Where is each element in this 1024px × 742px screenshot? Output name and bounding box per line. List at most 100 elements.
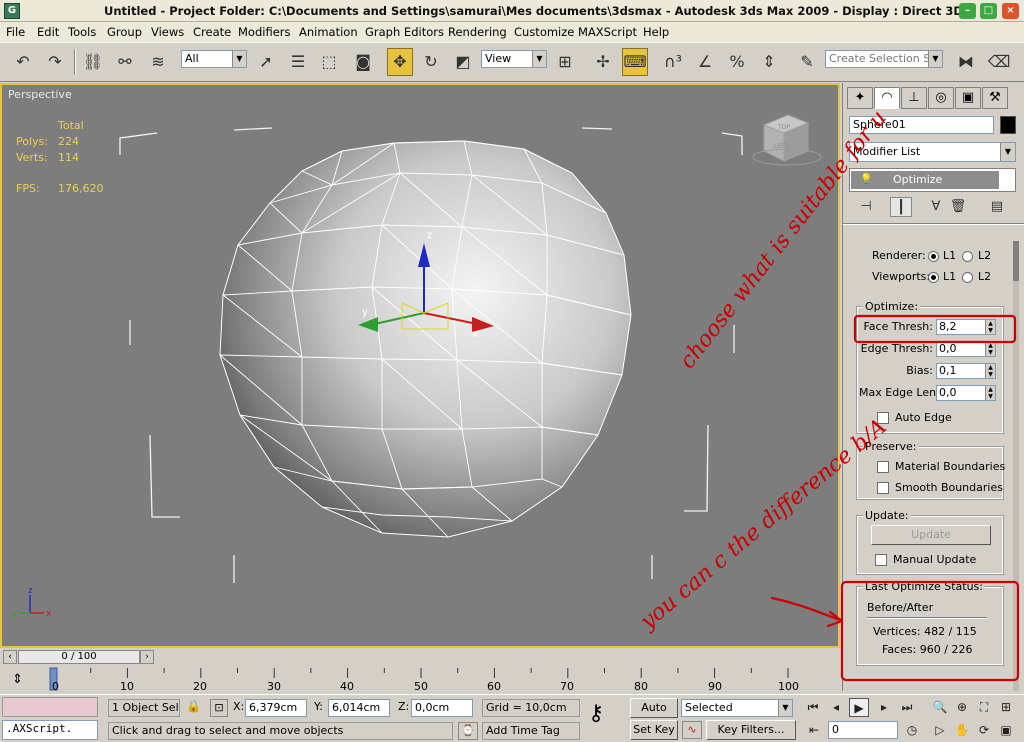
window-crossing-icon[interactable]: ◙ [350,48,376,76]
modifier-list-dropdown[interactable]: Modifier List ▼ [849,142,1016,162]
slider-next-icon[interactable]: › [140,650,154,664]
menu-help[interactable]: Help [643,25,669,39]
spinner-arrows-icon[interactable]: ▲ ▼ [985,342,995,356]
default-in-out-tangents-icon[interactable]: ∿ [682,721,702,739]
keyboard-shortcut-icon[interactable]: ⌨ [622,48,648,76]
set-key-mode-key-icon[interactable]: ⚷ [588,703,604,725]
select-object-icon[interactable]: ➚ [253,48,279,76]
named-selection-set-field[interactable]: Create Selection Set ▼ [825,50,943,68]
select-and-link-icon[interactable]: ⛓ [80,48,106,76]
select-move-icon[interactable]: ✥ [387,48,413,76]
bias-spinner[interactable]: 0,1 ▲ ▼ [936,363,996,379]
perspective-viewport[interactable]: z x y LEFT TOP z x y Perspective Total P… [0,83,840,648]
maximize-button[interactable]: □ [980,3,997,19]
time-tag-icon[interactable]: ⌚ [458,722,478,740]
scrollbar-thumb[interactable] [1013,241,1019,281]
make-unique-icon[interactable]: ∀ [925,197,947,217]
zoom-all-icon[interactable]: ⊕ [952,698,972,717]
max-edge-len-spinner[interactable]: 0,0 ▲ ▼ [936,385,996,401]
edge-thresh-spinner[interactable]: 0,0 ▲ ▼ [936,341,996,357]
remove-modifier-icon[interactable]: 🗑 [947,197,969,217]
menu-create[interactable]: Create [193,25,231,39]
menu-views[interactable]: Views [151,25,184,39]
field-of-view-icon[interactable]: ▷ [930,721,950,740]
menu-customize[interactable]: Customize [514,25,574,39]
pin-stack-icon[interactable]: ⊣ [855,197,877,217]
menu-modifiers[interactable]: Modifiers [238,25,291,39]
absolute-mode-icon[interactable]: ⊡ [210,699,228,717]
zoom-extents-icon[interactable]: ⛶ [974,698,994,717]
select-rotate-icon[interactable]: ↻ [418,48,444,76]
reference-coord-select[interactable]: View ▼ [481,50,547,68]
key-filters-button[interactable]: Key Filters... [706,720,796,740]
select-scale-icon[interactable]: ◩ [450,48,476,76]
show-end-result-icon[interactable]: ┃ [890,197,912,217]
object-name-field[interactable]: Sphere01 [849,116,994,134]
configure-sets-icon[interactable]: ▤ [986,197,1008,217]
viewport-scene[interactable]: z x y LEFT TOP z x y [2,85,838,646]
stack-item-optimize[interactable]: 💡 Optimize [851,171,999,189]
y-coordinate-field[interactable]: 6,014cm [328,699,390,717]
time-slider[interactable]: ‹ 0 / 100 › [0,648,840,666]
menu-animation[interactable]: Animation [299,25,358,39]
spinner-arrows-icon[interactable]: ▲ ▼ [985,320,995,334]
go-to-end-icon[interactable]: ⏭ [897,698,917,717]
go-to-start-icon[interactable]: ⏮ [803,698,823,717]
pivot-center-icon[interactable]: ⊞ [552,48,578,76]
x-coordinate-field[interactable]: 6,379cm [245,699,307,717]
set-key-button[interactable]: Set Key [630,720,678,740]
smooth-boundaries-checkbox[interactable] [877,482,889,494]
align-icon[interactable]: ⌫ [986,48,1012,76]
zoom-extents-all-icon[interactable]: ⊞ [996,698,1016,717]
spinner-arrows-icon[interactable]: ▲ ▼ [985,386,995,400]
utilities-tab-icon[interactable]: ⚒ [982,87,1008,109]
time-slider-thumb[interactable]: 0 / 100 [18,650,140,664]
hierarchy-tab-icon[interactable]: ⊥ [901,87,927,109]
panel-scrollbar[interactable] [1013,241,1019,691]
selection-filter-select[interactable]: All ▼ [181,50,247,68]
angle-snap-icon[interactable]: ∠ [692,48,718,76]
menu-tools[interactable]: Tools [68,25,96,39]
lock-selection-icon[interactable]: 🔒 [186,699,201,713]
modify-tab-icon[interactable]: ◠ [874,87,900,109]
menu-graph-editors[interactable]: Graph Editors [365,25,444,39]
renderer-l2-radio[interactable] [962,251,973,262]
slider-prev-icon[interactable]: ‹ [3,650,17,664]
z-coordinate-field[interactable]: 0,0cm [411,699,473,717]
edit-named-selection-icon[interactable]: ✎ [794,48,820,76]
close-button[interactable]: × [1002,3,1019,19]
face-thresh-spinner[interactable]: 8,2 ▲ ▼ [936,319,996,335]
material-boundaries-checkbox[interactable] [877,461,889,473]
create-tab-icon[interactable]: ✦ [847,87,873,109]
pan-view-icon[interactable]: ✋ [952,721,972,740]
menu-maxscript[interactable]: MAXScript [578,25,637,39]
viewports-l1-radio[interactable] [928,272,939,283]
app-logo-icon[interactable]: G [4,3,20,19]
zoom-icon[interactable]: 🔍 [930,698,950,717]
mirror-icon[interactable]: ⧓ [953,48,979,76]
minimize-button[interactable]: – [959,3,976,19]
maximize-viewport-icon[interactable]: ▣ [996,721,1016,740]
menu-edit[interactable]: Edit [37,25,59,39]
snaps-3-icon[interactable]: ∩³ [660,48,686,76]
motion-tab-icon[interactable]: ◎ [928,87,954,109]
rect-selection-icon[interactable]: ⬚ [316,48,342,76]
menu-file[interactable]: File [6,25,25,39]
mini-curve-editor-icon[interactable]: ⇕ [12,672,23,687]
add-time-tag-button[interactable]: Add Time Tag [482,722,580,740]
menu-rendering[interactable]: Rendering [448,25,507,39]
auto-key-button[interactable]: Auto Key [630,698,678,732]
unlink-icon[interactable]: ⚯ [112,48,138,76]
key-mode-toggle-icon[interactable]: ⇤ [804,721,824,740]
select-manipulate-icon[interactable]: ✢ [590,48,616,76]
play-icon[interactable]: ▶ [849,698,869,717]
bind-space-warp-icon[interactable]: ≋ [145,48,171,76]
time-configuration-icon[interactable]: ◷ [902,721,922,740]
maxscript-mini-listener[interactable]: .AXScript. [2,720,98,740]
track-bar[interactable]: ⇕ 0 10 20 30 40 50 60 70 80 90 100 [0,666,840,694]
undo-icon[interactable]: ↶ [10,48,36,76]
next-frame-icon[interactable]: ▸ [874,698,894,717]
viewport-label[interactable]: Perspective [8,88,72,101]
redo-icon[interactable]: ↷ [42,48,68,76]
update-button[interactable]: Update [871,525,991,545]
